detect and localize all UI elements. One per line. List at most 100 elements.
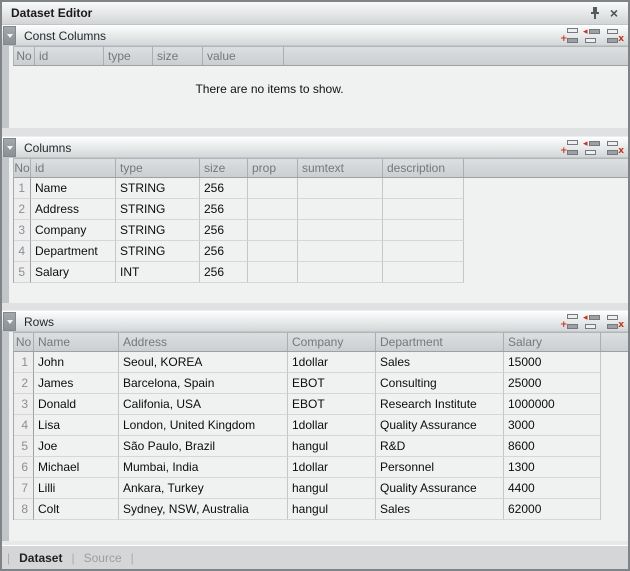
grid-cell[interactable] bbox=[248, 262, 298, 283]
grid-cell[interactable] bbox=[248, 199, 298, 220]
grid-cell[interactable]: STRING bbox=[116, 178, 200, 199]
grid-cell[interactable]: hangul bbox=[288, 436, 376, 457]
grid-cell[interactable] bbox=[383, 199, 464, 220]
grid-cell[interactable]: 8600 bbox=[504, 436, 601, 457]
grid-cell[interactable]: Name bbox=[31, 178, 116, 199]
grid-cell[interactable]: 256 bbox=[200, 199, 248, 220]
grid-cell[interactable] bbox=[383, 262, 464, 283]
grid-cell[interactable]: Colt bbox=[34, 499, 119, 520]
grid-cell[interactable]: 4400 bbox=[504, 478, 601, 499]
add-row-icon[interactable]: + bbox=[560, 140, 578, 156]
grid-cell[interactable]: Quality Assurance bbox=[376, 415, 504, 436]
grid-cell[interactable] bbox=[298, 262, 383, 283]
grid-cell[interactable] bbox=[383, 220, 464, 241]
grid-cell[interactable]: São Paulo, Brazil bbox=[119, 436, 288, 457]
grid-cell[interactable] bbox=[383, 178, 464, 199]
grid-cell[interactable]: Califonia, USA bbox=[119, 394, 288, 415]
grid-cell[interactable]: Company bbox=[31, 220, 116, 241]
row-number-cell[interactable]: 6 bbox=[14, 457, 34, 478]
grid-cell[interactable]: Michael bbox=[34, 457, 119, 478]
grid-cell[interactable]: London, United Kingdom bbox=[119, 415, 288, 436]
grid-cell[interactable]: Quality Assurance bbox=[376, 478, 504, 499]
row-number-cell[interactable]: 1 bbox=[14, 352, 34, 373]
row-number-cell[interactable]: 3 bbox=[14, 394, 34, 415]
grid-cell[interactable]: hangul bbox=[288, 478, 376, 499]
grid-cell[interactable]: hangul bbox=[288, 499, 376, 520]
const-columns-toolbar: + ◂ x bbox=[560, 28, 628, 44]
grid-cell[interactable]: 1000000 bbox=[504, 394, 601, 415]
insert-row-icon[interactable]: ◂ bbox=[583, 140, 601, 156]
grid-cell[interactable]: STRING bbox=[116, 199, 200, 220]
grid-cell[interactable]: James bbox=[34, 373, 119, 394]
row-number-cell[interactable]: 1 bbox=[14, 178, 31, 199]
row-number-cell[interactable]: 5 bbox=[14, 436, 34, 457]
grid-cell[interactable]: 15000 bbox=[504, 352, 601, 373]
grid-cell[interactable]: Seoul, KOREA bbox=[119, 352, 288, 373]
grid-cell[interactable]: Lilli bbox=[34, 478, 119, 499]
grid-cell[interactable]: 25000 bbox=[504, 373, 601, 394]
grid-cell[interactable]: 1300 bbox=[504, 457, 601, 478]
row-number-cell[interactable]: 4 bbox=[14, 415, 34, 436]
grid-cell[interactable]: Address bbox=[31, 199, 116, 220]
grid-cell[interactable]: Research Institute bbox=[376, 394, 504, 415]
grid-cell[interactable] bbox=[383, 241, 464, 262]
grid-cell[interactable] bbox=[298, 199, 383, 220]
row-number-cell[interactable]: 5 bbox=[14, 262, 31, 283]
grid-cell[interactable]: Lisa bbox=[34, 415, 119, 436]
add-row-icon[interactable]: + bbox=[560, 314, 578, 330]
row-number-cell[interactable]: 4 bbox=[14, 241, 31, 262]
grid-cell[interactable]: Sales bbox=[376, 499, 504, 520]
grid-cell[interactable]: 256 bbox=[200, 241, 248, 262]
grid-cell[interactable]: John bbox=[34, 352, 119, 373]
grid-cell[interactable]: Barcelona, Spain bbox=[119, 373, 288, 394]
grid-cell[interactable] bbox=[298, 178, 383, 199]
grid-cell[interactable]: 1dollar bbox=[288, 457, 376, 478]
grid-cell[interactable]: Ankara, Turkey bbox=[119, 478, 288, 499]
grid-cell[interactable]: INT bbox=[116, 262, 200, 283]
grid-cell[interactable]: 256 bbox=[200, 262, 248, 283]
delete-row-icon[interactable]: x bbox=[606, 28, 624, 44]
grid-cell[interactable]: Sales bbox=[376, 352, 504, 373]
row-number-cell[interactable]: 7 bbox=[14, 478, 34, 499]
tab-dataset[interactable]: Dataset bbox=[19, 551, 62, 565]
delete-row-icon[interactable]: x bbox=[606, 140, 624, 156]
grid-cell[interactable]: Personnel bbox=[376, 457, 504, 478]
add-row-icon[interactable]: + bbox=[560, 28, 578, 44]
collapse-arrow-icon[interactable] bbox=[3, 312, 16, 331]
grid-cell[interactable]: Salary bbox=[31, 262, 116, 283]
grid-cell[interactable]: EBOT bbox=[288, 373, 376, 394]
close-icon[interactable]: × bbox=[610, 7, 618, 19]
grid-cell[interactable] bbox=[298, 220, 383, 241]
grid-cell[interactable]: Sydney, NSW, Australia bbox=[119, 499, 288, 520]
pin-icon[interactable] bbox=[590, 7, 600, 19]
grid-cell[interactable]: 3000 bbox=[504, 415, 601, 436]
grid-cell[interactable]: Mumbai, India bbox=[119, 457, 288, 478]
grid-cell[interactable]: STRING bbox=[116, 241, 200, 262]
collapse-arrow-icon[interactable] bbox=[3, 138, 16, 157]
grid-cell[interactable]: EBOT bbox=[288, 394, 376, 415]
insert-row-icon[interactable]: ◂ bbox=[583, 314, 601, 330]
grid-cell[interactable] bbox=[248, 178, 298, 199]
grid-cell[interactable]: R&D bbox=[376, 436, 504, 457]
collapse-arrow-icon[interactable] bbox=[3, 26, 16, 45]
grid-cell[interactable]: 1dollar bbox=[288, 415, 376, 436]
insert-row-icon[interactable]: ◂ bbox=[583, 28, 601, 44]
grid-cell[interactable] bbox=[298, 241, 383, 262]
delete-row-icon[interactable]: x bbox=[606, 314, 624, 330]
grid-cell[interactable]: 256 bbox=[200, 220, 248, 241]
grid-cell[interactable]: 256 bbox=[200, 178, 248, 199]
grid-cell[interactable]: Consulting bbox=[376, 373, 504, 394]
grid-cell[interactable]: Joe bbox=[34, 436, 119, 457]
grid-cell[interactable]: Department bbox=[31, 241, 116, 262]
grid-cell[interactable]: Donald bbox=[34, 394, 119, 415]
row-number-cell[interactable]: 3 bbox=[14, 220, 31, 241]
grid-cell[interactable] bbox=[248, 220, 298, 241]
grid-cell[interactable]: STRING bbox=[116, 220, 200, 241]
row-number-cell[interactable]: 2 bbox=[14, 199, 31, 220]
row-number-cell[interactable]: 2 bbox=[14, 373, 34, 394]
tab-source[interactable]: Source bbox=[84, 551, 122, 565]
grid-cell[interactable]: 62000 bbox=[504, 499, 601, 520]
grid-cell[interactable]: 1dollar bbox=[288, 352, 376, 373]
grid-cell[interactable] bbox=[248, 241, 298, 262]
row-number-cell[interactable]: 8 bbox=[14, 499, 34, 520]
